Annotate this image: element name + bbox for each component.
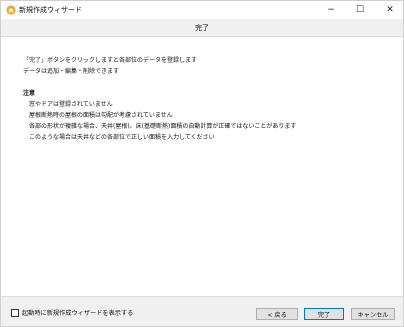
title-bar: 新規作成ウィザード − ☐ ✕ xyxy=(1,1,403,19)
instruction-line-2: データは追加・編集・削除できます xyxy=(23,68,120,75)
maximize-icon: ☐ xyxy=(355,5,365,15)
window-title: 新規作成ウィザード xyxy=(19,6,82,14)
show-wizard-option[interactable]: 起動時に新規作成ウィザードを表示する xyxy=(11,308,133,317)
back-button[interactable]: < 戻る xyxy=(256,308,298,320)
show-wizard-label: 起動時に新規作成ウィザードを表示する xyxy=(22,310,134,317)
close-icon: ✕ xyxy=(386,5,394,15)
wizard-window: 新規作成ウィザード − ☐ ✕ 完了 「完了」ボタンをクリックしますと各部位のデ… xyxy=(0,0,404,327)
notice-item: 各部の形状が複雑な場合、天井(屋根)、床(基礎断熱)面積の自動計算が正確ではない… xyxy=(29,123,297,130)
notice-heading: 注意 xyxy=(23,90,36,97)
step-title: 完了 xyxy=(195,23,209,32)
instruction-line-1: 「完了」ボタンをクリックしますと各部位のデータを登録します xyxy=(23,57,198,64)
step-header: 完了 xyxy=(1,19,403,37)
notice-item: このような場合は天井などの各部位で正しい面積を入力してください xyxy=(29,134,215,141)
minimize-icon: − xyxy=(327,5,335,15)
cancel-button-label: キャンセル xyxy=(357,311,389,319)
notice-item: 屋根断熱時の屋根の面積は勾配が考慮されていません xyxy=(29,112,173,119)
finish-button-label: 完了 xyxy=(317,311,331,319)
show-wizard-checkbox[interactable] xyxy=(11,308,19,317)
cancel-button[interactable]: キャンセル xyxy=(351,308,395,320)
back-button-label: < 戻る xyxy=(267,311,287,319)
notice-item: 窓やドアは登録されていません xyxy=(29,101,113,108)
content-panel: 「完了」ボタンをクリックしますと各部位のデータを登録します データは追加・編集・… xyxy=(1,37,403,297)
minimize-button[interactable]: − xyxy=(317,1,345,19)
maximize-button[interactable]: ☐ xyxy=(346,1,374,19)
app-house-icon xyxy=(6,5,16,15)
close-button[interactable]: ✕ xyxy=(376,1,404,19)
finish-button[interactable]: 完了 xyxy=(304,308,344,320)
